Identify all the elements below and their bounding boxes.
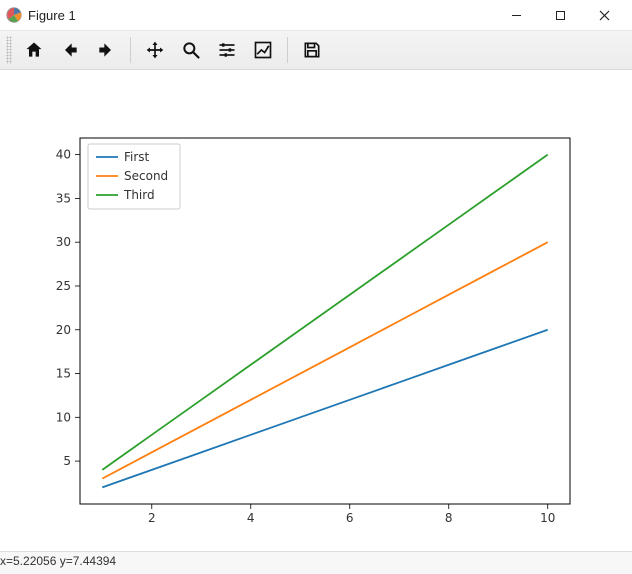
cursor-coords: x=5.22056 y=7.44394 xyxy=(0,554,116,568)
edit-axes-button[interactable] xyxy=(245,35,281,65)
chart-svg: 2 4 6 8 10 5 10 15 20 25 30 35 40 First Second Third xyxy=(0,70,632,556)
ytick-label: 15 xyxy=(56,367,71,381)
ytick-label: 10 xyxy=(56,410,71,424)
minimize-button[interactable] xyxy=(494,0,538,30)
matplotlib-icon xyxy=(6,7,22,23)
window-title: Figure 1 xyxy=(28,8,76,23)
close-button[interactable] xyxy=(582,0,626,30)
arrow-right-icon xyxy=(96,40,116,60)
plot-canvas[interactable]: 2 4 6 8 10 5 10 15 20 25 30 35 40 First Second Third xyxy=(0,70,632,551)
toolbar-separator xyxy=(287,37,288,63)
zoom-button[interactable] xyxy=(173,35,209,65)
xtick-label: 6 xyxy=(346,511,354,525)
ytick-label: 30 xyxy=(56,235,71,249)
series-line xyxy=(102,330,547,488)
xtick-label: 4 xyxy=(247,511,255,525)
home-button[interactable] xyxy=(16,35,52,65)
ytick-label: 5 xyxy=(63,454,71,468)
figure-window: Figure 1 xyxy=(0,0,632,574)
xtick-label: 10 xyxy=(540,511,555,525)
legend-label: Second xyxy=(124,169,168,183)
maximize-button[interactable] xyxy=(538,0,582,30)
toolbar-separator xyxy=(130,37,131,63)
xtick-label: 8 xyxy=(445,511,453,525)
forward-button[interactable] xyxy=(88,35,124,65)
sliders-icon xyxy=(217,40,237,60)
move-icon xyxy=(145,40,165,60)
drag-handle-icon[interactable] xyxy=(6,36,12,64)
save-icon xyxy=(302,40,322,60)
arrow-left-icon xyxy=(60,40,80,60)
xtick-label: 2 xyxy=(148,511,156,525)
save-button[interactable] xyxy=(294,35,330,65)
ytick-label: 35 xyxy=(56,191,71,205)
legend-label: First xyxy=(124,150,150,164)
series-line xyxy=(102,242,547,478)
nav-toolbar xyxy=(0,30,632,70)
chart-line-icon xyxy=(253,40,273,60)
back-button[interactable] xyxy=(52,35,88,65)
ytick-label: 25 xyxy=(56,279,71,293)
home-icon xyxy=(24,40,44,60)
pan-button[interactable] xyxy=(137,35,173,65)
legend-label: Third xyxy=(123,188,155,202)
ytick-label: 40 xyxy=(56,148,71,162)
ytick-label: 20 xyxy=(56,323,71,337)
search-icon xyxy=(181,40,201,60)
configure-subplots-button[interactable] xyxy=(209,35,245,65)
titlebar: Figure 1 xyxy=(0,0,632,30)
